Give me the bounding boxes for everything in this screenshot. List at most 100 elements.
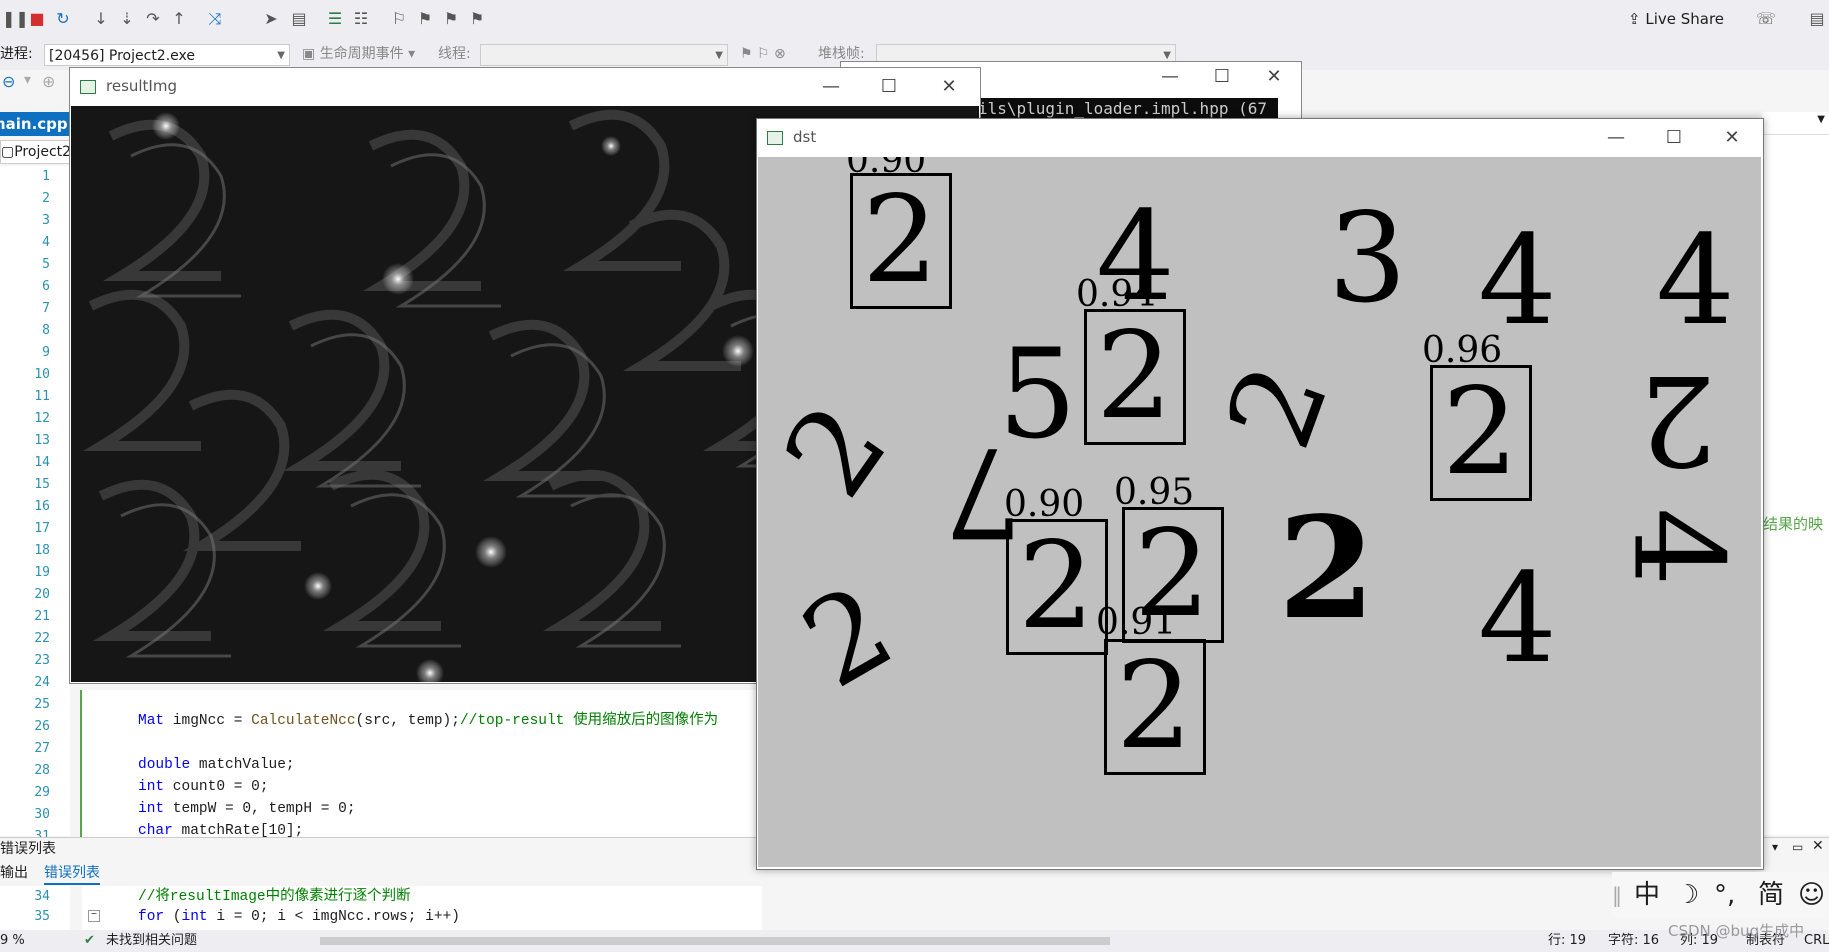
project-icon: ▢ bbox=[1, 144, 15, 160]
layout-icon[interactable]: ▤ bbox=[290, 10, 308, 28]
tab-output[interactable]: 输出 bbox=[0, 863, 28, 883]
drag-handle[interactable]: ‖ bbox=[1612, 872, 1622, 918]
stop-icon[interactable]: ■ bbox=[28, 10, 46, 28]
dropdown-icon[interactable]: ▾ bbox=[1772, 840, 1778, 854]
code-line-28: double matchValue; bbox=[138, 757, 295, 773]
dst-titlebar[interactable]: dst — ☐ ✕ bbox=[757, 119, 1763, 157]
char-indicator: 字符: 16 bbox=[1608, 933, 1660, 948]
line-number: 23 bbox=[34, 653, 50, 668]
minimize-icon[interactable]: — bbox=[808, 72, 854, 102]
lifecycle-events[interactable]: ▣ 生命周期事件 ▾ bbox=[302, 44, 415, 64]
moon-icon[interactable]: ☽ bbox=[1676, 872, 1699, 918]
right-comment-text: 结果的映 bbox=[1763, 515, 1824, 533]
minimize-icon[interactable]: — bbox=[1147, 62, 1193, 92]
editor-tab-main[interactable]: main.cpp bbox=[0, 112, 70, 136]
digit-2: 2 bbox=[1199, 347, 1356, 465]
cursor-icon[interactable]: ➤ bbox=[262, 10, 280, 28]
minimize-icon[interactable]: — bbox=[1593, 123, 1639, 153]
maximize-icon[interactable]: ☐ bbox=[1199, 62, 1245, 92]
step-into-icon[interactable]: ↓ bbox=[92, 10, 110, 28]
step-back-icon[interactable]: ↑ bbox=[170, 10, 188, 28]
line-number: 30 bbox=[34, 807, 50, 822]
feedback-icon[interactable]: ☏ bbox=[1756, 10, 1776, 28]
line-number: 25 bbox=[34, 697, 50, 712]
thread-combo[interactable]: ▼ bbox=[480, 44, 728, 66]
emoji-icon[interactable]: ☺ bbox=[1798, 872, 1825, 918]
step-out-icon[interactable]: ↷ bbox=[144, 10, 162, 28]
issues-status[interactable]: 未找到相关问题 bbox=[106, 930, 197, 952]
ime-mode[interactable]: 中 bbox=[1634, 872, 1660, 918]
menu-icon[interactable]: ▤ bbox=[1808, 10, 1826, 28]
hot-reload-icon[interactable]: ⤨ bbox=[206, 10, 224, 28]
line-ending-indicator[interactable]: CRL bbox=[1804, 930, 1829, 952]
code-line-34: //将resultImage中的像素进行逐个判断 bbox=[138, 889, 411, 905]
clear-bookmarks-icon[interactable]: ⚑ bbox=[468, 10, 486, 28]
right-nav-combo[interactable]: ▼ bbox=[1762, 112, 1829, 135]
process-combo[interactable]: [20456] Project2.exe ▼ bbox=[44, 44, 290, 66]
maximize-icon[interactable]: ☐ bbox=[866, 72, 912, 102]
digit-2: 2 bbox=[1116, 637, 1193, 776]
code-editor[interactable]: Mat imgNcc = CalculateNcc(src, temp);//t… bbox=[82, 690, 762, 840]
digit-2: 2 bbox=[862, 171, 939, 310]
line-number: 10 bbox=[34, 367, 50, 382]
back-icon[interactable]: ⊖ bbox=[2, 72, 15, 91]
code-line-26: Mat imgNcc = CalculateNcc(src, temp);//t… bbox=[138, 713, 719, 729]
ime-toolbar: ‖ 中 ☽ °, 简 ☺ bbox=[1612, 872, 1829, 918]
line-number: 16 bbox=[34, 499, 50, 514]
status-bar: 9 % ✔ 未找到相关问题 行: 19 字符: 16 列: 19 制表符 CRL bbox=[0, 930, 1829, 952]
live-share-button[interactable]: ⇪ Live Share bbox=[1628, 10, 1724, 32]
resultimg-titlebar[interactable]: resultImg — ☐ ✕ bbox=[70, 68, 980, 106]
line-number-gutter-lower: 34 35 bbox=[0, 886, 70, 930]
process-label: 进程: bbox=[0, 46, 33, 62]
restart-icon[interactable]: ↻ bbox=[54, 10, 72, 28]
line-number: 20 bbox=[34, 587, 50, 602]
line-number: 15 bbox=[34, 477, 50, 492]
close-icon[interactable]: ✕ bbox=[926, 72, 972, 102]
horizontal-scrollbar[interactable] bbox=[320, 937, 1110, 945]
maximize-icon[interactable]: ▭ bbox=[1792, 840, 1803, 854]
comment-icon[interactable]: ☰ bbox=[326, 10, 344, 28]
code-line-35: for (int i = 0; i < imgNcc.rows; i++) bbox=[138, 909, 460, 925]
close-icon[interactable]: ✕ bbox=[1812, 838, 1824, 854]
chevron-down-icon: ▼ bbox=[1817, 114, 1825, 125]
pause-icon[interactable]: ❚❚ bbox=[2, 10, 29, 28]
line-number: 34 bbox=[34, 889, 50, 904]
line-indicator: 行: 19 bbox=[1548, 933, 1587, 948]
resultimg-title: resultImg bbox=[106, 77, 177, 95]
console-output: ils\plugin_loader.impl.hpp (67 bbox=[978, 98, 1278, 120]
code-line-30: int tempW = 0, tempH = 0; bbox=[138, 801, 356, 817]
simplified-toggle[interactable]: 简 bbox=[1758, 872, 1784, 918]
flag-icon[interactable]: ⚑ ⚐ ⊗ bbox=[740, 44, 786, 64]
project-nav-combo[interactable]: ▢Project2 bbox=[0, 140, 72, 164]
collapse-icon[interactable]: − bbox=[88, 910, 100, 922]
check-icon: ✔ bbox=[84, 933, 95, 948]
match-score: 0.91 bbox=[1096, 602, 1177, 643]
line-number: 6 bbox=[42, 279, 50, 294]
line-number: 4 bbox=[42, 235, 50, 250]
punctuation-toggle[interactable]: °, bbox=[1714, 872, 1735, 918]
forward-icon[interactable]: ⊕ bbox=[42, 72, 55, 91]
dst-window: dst — ☐ ✕ 0.90 2 4 3 4 4 5 0.94 2 2 0.96… bbox=[756, 118, 1764, 870]
digit-2: 2 bbox=[1018, 517, 1095, 656]
window-icon bbox=[80, 80, 96, 94]
dropdown-icon[interactable]: ▾ bbox=[24, 72, 31, 88]
digit-2: 2 bbox=[780, 557, 915, 715]
share-icon: ⇪ bbox=[1628, 10, 1646, 28]
line-number: 8 bbox=[42, 323, 50, 338]
prev-bookmark-icon[interactable]: ⚑ bbox=[416, 10, 434, 28]
right-editor-pane: 结果的映 bbox=[1762, 135, 1829, 835]
step-over-icon[interactable]: ⇣ bbox=[118, 10, 136, 28]
line-number: 13 bbox=[34, 433, 50, 448]
uncomment-icon[interactable]: ☷ bbox=[352, 10, 370, 28]
line-number: 18 bbox=[34, 543, 50, 558]
maximize-icon[interactable]: ☐ bbox=[1651, 123, 1697, 153]
line-number: 21 bbox=[34, 609, 50, 624]
close-icon[interactable]: ✕ bbox=[1709, 123, 1755, 153]
code-editor-lower[interactable]: //将resultImage中的像素进行逐个判断 for (int i = 0;… bbox=[82, 886, 762, 930]
bookmark-icon[interactable]: ⚐ bbox=[390, 10, 408, 28]
tab-error-list[interactable]: 错误列表 bbox=[44, 863, 100, 885]
next-bookmark-icon[interactable]: ⚑ bbox=[442, 10, 460, 28]
close-icon[interactable]: ✕ bbox=[1251, 62, 1297, 92]
line-number: 2 bbox=[42, 191, 50, 206]
zoom-level[interactable]: 9 % bbox=[0, 930, 25, 952]
